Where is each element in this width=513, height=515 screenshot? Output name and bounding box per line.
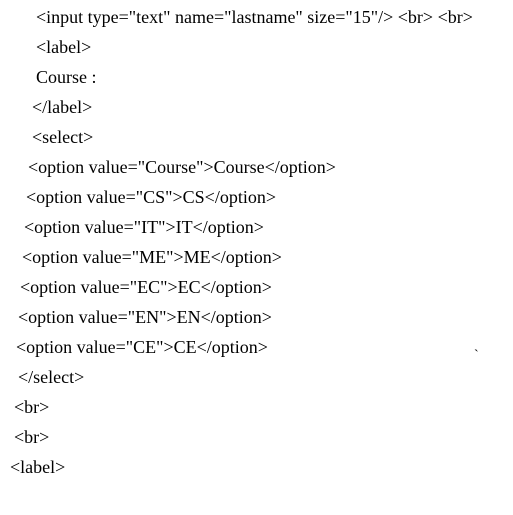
stray-backtick: ` xyxy=(474,348,479,364)
code-line: <br> xyxy=(0,428,513,446)
code-line: <input type="text" name="lastname" size=… xyxy=(0,8,513,26)
code-line: <br> xyxy=(0,398,513,416)
code-line: <option value="EC">EC</option> xyxy=(0,278,513,296)
code-line: </select> xyxy=(0,368,513,386)
code-line: Course : xyxy=(0,68,513,86)
code-line: </label> xyxy=(0,98,513,116)
code-line: <label> xyxy=(0,458,513,476)
code-line: <option value="CE">CE</option> xyxy=(0,338,513,356)
code-line: <option value="ME">ME</option> xyxy=(0,248,513,266)
code-listing: <input type="text" name="lastname" size=… xyxy=(0,0,513,476)
code-line: <label> xyxy=(0,38,513,56)
code-line: <option value="IT">IT</option> xyxy=(0,218,513,236)
code-line: <option value="CS">CS</option> xyxy=(0,188,513,206)
code-line: <option value="Course">Course</option> xyxy=(0,158,513,176)
code-line: <option value="EN">EN</option> xyxy=(0,308,513,326)
code-line: <select> xyxy=(0,128,513,146)
